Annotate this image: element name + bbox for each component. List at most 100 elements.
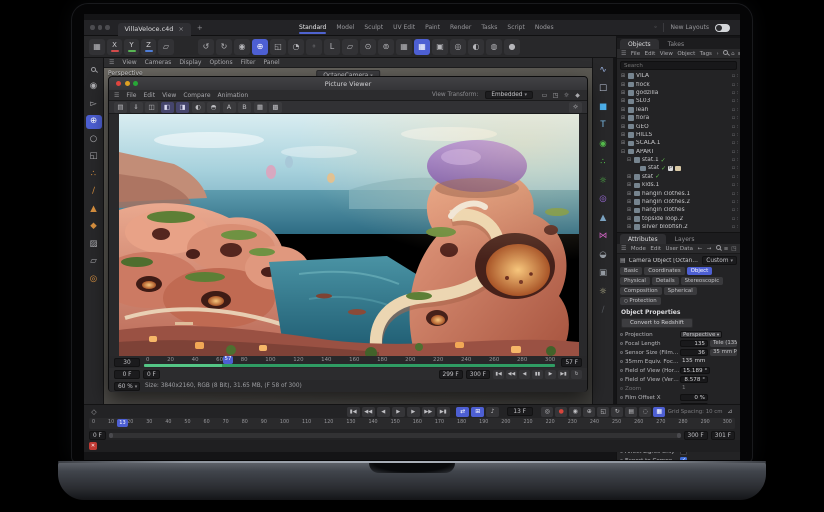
attributes-menu-item[interactable]: Edit bbox=[650, 246, 661, 252]
rotate-tool-icon[interactable]: ○ bbox=[86, 132, 102, 146]
expander-icon[interactable]: ⊞ bbox=[620, 82, 626, 88]
contrast-icon[interactable]: ◐ bbox=[192, 102, 205, 113]
object-row[interactable]: ⊞ godzilla ✓ P ▫∶ bbox=[617, 89, 740, 97]
visibility-dots[interactable]: ▫∶ bbox=[732, 140, 738, 146]
viewport-menu-item[interactable]: Filter bbox=[241, 59, 256, 66]
pv-out-field[interactable]: 300 F bbox=[466, 370, 490, 379]
pv-menu-item[interactable]: View bbox=[162, 92, 176, 99]
expander-icon[interactable]: ⊞ bbox=[620, 107, 626, 113]
object-row[interactable]: ⊞ stat ✓ P ▫∶ bbox=[617, 173, 740, 181]
expander-icon[interactable]: ⊞ bbox=[620, 98, 626, 104]
menu-overflow-icon[interactable]: › bbox=[716, 51, 718, 57]
grid-icon[interactable]: ▦ bbox=[254, 102, 267, 113]
pv-menu-item[interactable]: File bbox=[126, 92, 136, 99]
search-icon[interactable] bbox=[723, 50, 728, 57]
attributes-menu-item[interactable]: User Data bbox=[666, 246, 693, 252]
expander-icon[interactable]: ⊞ bbox=[620, 90, 626, 96]
pv-in-field[interactable]: 0 F bbox=[143, 370, 160, 379]
objects-menu-item[interactable]: Edit bbox=[645, 51, 656, 57]
panel-tab[interactable]: Takes bbox=[660, 39, 692, 49]
fcurve-icon[interactable]: ⊿ bbox=[725, 408, 735, 415]
visibility-dots[interactable]: ▫∶ bbox=[732, 157, 738, 163]
brush-icon[interactable]: ∕ bbox=[595, 304, 611, 318]
attribute-value[interactable]: 15.189 ° bbox=[680, 367, 710, 374]
expander-icon[interactable]: ⊞ bbox=[626, 216, 632, 222]
pv-fps-field[interactable]: 30 bbox=[114, 358, 140, 367]
error-badge[interactable]: ✕ bbox=[89, 442, 97, 450]
render-settings-icon[interactable]: ◎ bbox=[450, 39, 466, 55]
polygons-mode-icon[interactable]: ▲ bbox=[86, 202, 102, 216]
zoom-icon[interactable] bbox=[133, 81, 138, 86]
pv-current-frame-field[interactable]: 57 F bbox=[561, 358, 582, 367]
object-row[interactable]: ⊟ APART ✓ P ▫∶ bbox=[617, 148, 740, 156]
undo-icon[interactable]: ↺ bbox=[198, 39, 214, 55]
skip-end-button[interactable]: ▶▮ bbox=[558, 370, 569, 379]
viewport-menu-item[interactable]: Options bbox=[209, 59, 232, 66]
enabled-check-icon[interactable]: ✓ bbox=[661, 157, 666, 164]
timeline-ruler[interactable]: 0102030405060708090100110120130140150160… bbox=[89, 418, 735, 429]
play-button[interactable]: ▶ bbox=[545, 370, 556, 379]
objects-menu-item[interactable]: Object bbox=[677, 51, 695, 57]
objects-menu-item[interactable]: View bbox=[660, 51, 673, 57]
save-icon[interactable]: ▦ bbox=[89, 39, 105, 55]
attribute-tab-chip[interactable]: Physical bbox=[620, 277, 650, 285]
new-layouts-toggle[interactable] bbox=[715, 24, 730, 32]
skip-end-button[interactable]: ▶▮ bbox=[437, 407, 450, 417]
object-row[interactable]: ⊞ SCALA.1 ✓ P ▫∶ bbox=[617, 139, 740, 147]
visibility-dots[interactable]: ▫∶ bbox=[732, 132, 738, 138]
visibility-dots[interactable]: ▫∶ bbox=[732, 149, 738, 155]
snap-toggle-icon[interactable]: ◎ bbox=[86, 272, 102, 286]
visibility-dots[interactable]: ▫∶ bbox=[732, 73, 738, 79]
attribute-checkbox[interactable] bbox=[680, 457, 687, 460]
monitor-icon[interactable]: ▭ bbox=[540, 91, 549, 100]
material-manager-icon[interactable]: ● bbox=[504, 39, 520, 55]
panel-tab[interactable]: Attributes bbox=[620, 234, 666, 244]
keyframe-presets-button[interactable]: ▦ bbox=[653, 407, 665, 417]
pause-button[interactable]: ▮▮ bbox=[532, 370, 543, 379]
edges-mode-icon[interactable]: ∕ bbox=[86, 185, 102, 199]
expander-icon[interactable]: ⊞ bbox=[620, 132, 626, 138]
snap-icon[interactable]: ▦ bbox=[396, 39, 412, 55]
viewport-menu-item[interactable]: Display bbox=[179, 59, 201, 66]
pv-playhead[interactable]: 57 bbox=[223, 356, 234, 364]
layout-tab[interactable]: Script bbox=[507, 22, 524, 33]
expander-icon[interactable]: ⊞ bbox=[626, 207, 632, 213]
viewport-menu-item[interactable]: Panel bbox=[263, 59, 279, 66]
layout-tab[interactable]: Standard bbox=[299, 22, 326, 33]
layers-icon[interactable]: ▩ bbox=[269, 102, 282, 113]
attribute-value[interactable]: 135 bbox=[680, 340, 708, 347]
object-row[interactable]: ⊞ silver blobfish.2 ✓ P ▫∶ bbox=[617, 223, 740, 231]
layout-tab[interactable]: Sculpt bbox=[364, 22, 383, 33]
record-pla-icon[interactable]: ◌ bbox=[639, 407, 651, 417]
range-start-field[interactable]: 0 F bbox=[89, 431, 106, 440]
compare-b-button[interactable]: B bbox=[238, 102, 251, 113]
object-axis-icon[interactable]: ⊚ bbox=[378, 39, 394, 55]
expander-icon[interactable]: ⊞ bbox=[626, 174, 632, 180]
layout-tab[interactable]: Render bbox=[450, 22, 471, 33]
keyframe-icon[interactable]: ◇ bbox=[89, 408, 99, 416]
fullscreen-icon[interactable]: ◳ bbox=[551, 91, 560, 100]
hamburger-icon[interactable]: ☰ bbox=[621, 50, 626, 57]
select-tool-icon[interactable]: ▻ bbox=[86, 97, 102, 111]
protection-tag[interactable]: P bbox=[668, 166, 673, 171]
axis-lock-button[interactable]: X bbox=[107, 39, 122, 55]
close-icon[interactable] bbox=[116, 81, 121, 86]
hamburger-icon[interactable]: ☰ bbox=[621, 245, 626, 252]
histogram-icon[interactable]: ◫ bbox=[145, 102, 158, 113]
object-row[interactable]: ⊞ hangin clothes.1 ✓ P ▫∶ bbox=[617, 189, 740, 197]
object-row[interactable]: ⊞ VILA ✓ P ▫∶ bbox=[617, 72, 740, 80]
landscape-icon[interactable]: ▲ bbox=[595, 211, 611, 225]
model-axis-icon[interactable]: ⊙ bbox=[360, 39, 376, 55]
object-row[interactable]: ⊞ hangin clothes ✓ P ▫∶ bbox=[617, 206, 740, 214]
window-controls[interactable] bbox=[90, 25, 110, 30]
object-row[interactable]: ⊞ topside loop.2 ✓ P ▫∶ bbox=[617, 215, 740, 223]
texture-tag[interactable] bbox=[675, 166, 681, 171]
keep-frame-button[interactable]: ⊞ bbox=[471, 407, 484, 417]
attribute-tab-chip[interactable]: Coordinates bbox=[644, 267, 684, 275]
prev-frame-button[interactable]: ◀◀ bbox=[506, 370, 517, 379]
generator-gear-icon[interactable]: ☼ bbox=[595, 174, 611, 188]
layout-tab[interactable]: Model bbox=[336, 22, 354, 33]
object-row[interactable]: ⊞ flora ✓ P ▫∶ bbox=[617, 114, 740, 122]
visibility-dots[interactable]: ▫∶ bbox=[732, 224, 738, 230]
attribute-tab-chip[interactable]: Object bbox=[687, 267, 713, 275]
